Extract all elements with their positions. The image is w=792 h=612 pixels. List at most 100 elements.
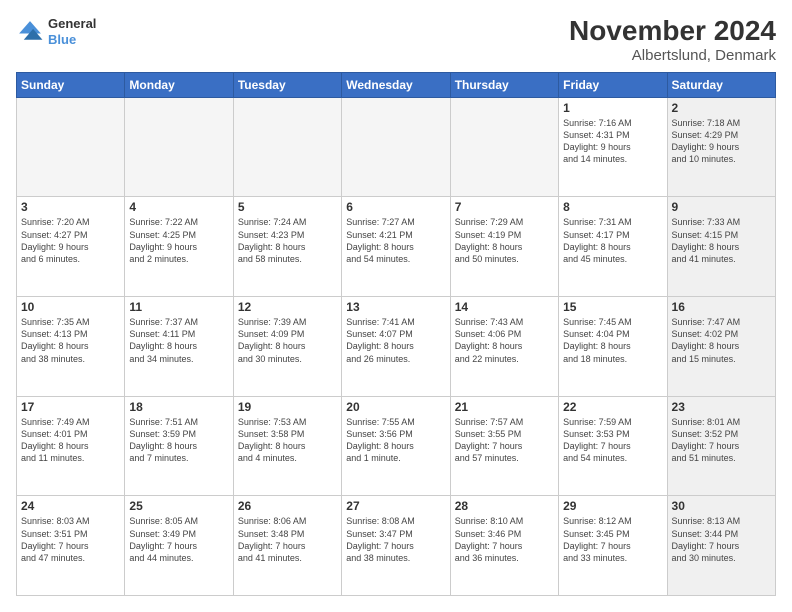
day-info: Sunrise: 7:59 AM Sunset: 3:53 PM Dayligh…: [563, 416, 662, 465]
day-info: Sunrise: 7:35 AM Sunset: 4:13 PM Dayligh…: [21, 316, 120, 365]
day-info: Sunrise: 8:06 AM Sunset: 3:48 PM Dayligh…: [238, 515, 337, 564]
day-number: 27: [346, 499, 445, 513]
calendar-table: Sunday Monday Tuesday Wednesday Thursday…: [16, 72, 776, 596]
calendar-week-1: 3 Sunrise: 7:20 AM Sunset: 4:27 PM Daylig…: [17, 197, 776, 297]
day-number: 24: [21, 499, 120, 513]
logo-text: General Blue: [48, 16, 96, 47]
calendar-cell: 5 Sunrise: 7:24 AM Sunset: 4:23 PM Daylig…: [233, 197, 341, 297]
calendar-cell: 25 Sunrise: 8:05 AM Sunset: 3:49 PM Dayli…: [125, 496, 233, 596]
day-number: 25: [129, 499, 228, 513]
day-info: Sunrise: 7:37 AM Sunset: 4:11 PM Dayligh…: [129, 316, 228, 365]
header-saturday: Saturday: [667, 72, 775, 97]
calendar-cell: 20 Sunrise: 7:55 AM Sunset: 3:56 PM Dayli…: [342, 396, 450, 496]
day-number: 2: [672, 101, 771, 115]
day-number: 5: [238, 200, 337, 214]
calendar-cell: 18 Sunrise: 7:51 AM Sunset: 3:59 PM Dayli…: [125, 396, 233, 496]
page: General Blue November 2024 Albertslund, …: [0, 0, 792, 612]
day-info: Sunrise: 8:01 AM Sunset: 3:52 PM Dayligh…: [672, 416, 771, 465]
calendar-cell: 3 Sunrise: 7:20 AM Sunset: 4:27 PM Daylig…: [17, 197, 125, 297]
day-number: 30: [672, 499, 771, 513]
day-info: Sunrise: 7:51 AM Sunset: 3:59 PM Dayligh…: [129, 416, 228, 465]
day-number: 29: [563, 499, 662, 513]
day-number: 13: [346, 300, 445, 314]
day-info: Sunrise: 7:16 AM Sunset: 4:31 PM Dayligh…: [563, 117, 662, 166]
calendar-header-row: Sunday Monday Tuesday Wednesday Thursday…: [17, 72, 776, 97]
day-number: 18: [129, 400, 228, 414]
logo-icon: [16, 18, 44, 46]
day-info: Sunrise: 7:22 AM Sunset: 4:25 PM Dayligh…: [129, 216, 228, 265]
day-info: Sunrise: 8:13 AM Sunset: 3:44 PM Dayligh…: [672, 515, 771, 564]
day-info: Sunrise: 8:05 AM Sunset: 3:49 PM Dayligh…: [129, 515, 228, 564]
calendar-cell: 23 Sunrise: 8:01 AM Sunset: 3:52 PM Dayli…: [667, 396, 775, 496]
day-number: 9: [672, 200, 771, 214]
calendar-cell: 26Sunrise: 8:06 AM Sunset: 3:48 PM Dayli…: [233, 496, 341, 596]
calendar-cell: 17 Sunrise: 7:49 AM Sunset: 4:01 PM Dayli…: [17, 396, 125, 496]
calendar-cell: 14 Sunrise: 7:43 AM Sunset: 4:06 PM Dayli…: [450, 297, 558, 397]
header-thursday: Thursday: [450, 72, 558, 97]
calendar-subtitle: Albertslund, Denmark: [569, 47, 776, 64]
calendar-cell: 30 Sunrise: 8:13 AM Sunset: 3:44 PM Dayli…: [667, 496, 775, 596]
calendar-cell: 7Sunrise: 7:29 AM Sunset: 4:19 PM Daylig…: [450, 197, 558, 297]
calendar-cell: 4 Sunrise: 7:22 AM Sunset: 4:25 PM Daylig…: [125, 197, 233, 297]
day-number: 15: [563, 300, 662, 314]
day-number: 6: [346, 200, 445, 214]
calendar-cell: 16 Sunrise: 7:47 AM Sunset: 4:02 PM Dayli…: [667, 297, 775, 397]
day-number: 17: [21, 400, 120, 414]
header-wednesday: Wednesday: [342, 72, 450, 97]
calendar-cell: 10 Sunrise: 7:35 AM Sunset: 4:13 PM Dayli…: [17, 297, 125, 397]
day-info: Sunrise: 7:53 AM Sunset: 3:58 PM Dayligh…: [238, 416, 337, 465]
day-number: 12: [238, 300, 337, 314]
day-info: Sunrise: 8:08 AM Sunset: 3:47 PM Dayligh…: [346, 515, 445, 564]
day-info: Sunrise: 8:12 AM Sunset: 3:45 PM Dayligh…: [563, 515, 662, 564]
day-info: Sunrise: 8:10 AM Sunset: 3:46 PM Dayligh…: [455, 515, 554, 564]
calendar-cell: 27 Sunrise: 8:08 AM Sunset: 3:47 PM Dayli…: [342, 496, 450, 596]
calendar-week-2: 10 Sunrise: 7:35 AM Sunset: 4:13 PM Dayli…: [17, 297, 776, 397]
calendar-cell: [17, 97, 125, 197]
day-number: 8: [563, 200, 662, 214]
day-number: 23: [672, 400, 771, 414]
calendar-cell: 29 Sunrise: 8:12 AM Sunset: 3:45 PM Dayli…: [559, 496, 667, 596]
header-monday: Monday: [125, 72, 233, 97]
day-number: 22: [563, 400, 662, 414]
day-number: 16: [672, 300, 771, 314]
header-friday: Friday: [559, 72, 667, 97]
day-number: 14: [455, 300, 554, 314]
calendar-cell: 8 Sunrise: 7:31 AM Sunset: 4:17 PM Daylig…: [559, 197, 667, 297]
calendar-cell: [342, 97, 450, 197]
calendar-week-3: 17 Sunrise: 7:49 AM Sunset: 4:01 PM Dayli…: [17, 396, 776, 496]
calendar-cell: [233, 97, 341, 197]
day-info: Sunrise: 7:39 AM Sunset: 4:09 PM Dayligh…: [238, 316, 337, 365]
day-info: Sunrise: 7:41 AM Sunset: 4:07 PM Dayligh…: [346, 316, 445, 365]
calendar-cell: 28Sunrise: 8:10 AM Sunset: 3:46 PM Dayli…: [450, 496, 558, 596]
day-number: 4: [129, 200, 228, 214]
calendar-cell: 6Sunrise: 7:27 AM Sunset: 4:21 PM Daylig…: [342, 197, 450, 297]
logo: General Blue: [16, 16, 96, 47]
header-tuesday: Tuesday: [233, 72, 341, 97]
day-number: 10: [21, 300, 120, 314]
day-info: Sunrise: 7:24 AM Sunset: 4:23 PM Dayligh…: [238, 216, 337, 265]
day-info: Sunrise: 7:31 AM Sunset: 4:17 PM Dayligh…: [563, 216, 662, 265]
logo-line2: Blue: [48, 32, 96, 48]
calendar-cell: 1 Sunrise: 7:16 AM Sunset: 4:31 PM Daylig…: [559, 97, 667, 197]
day-number: 21: [455, 400, 554, 414]
calendar-cell: 19Sunrise: 7:53 AM Sunset: 3:58 PM Dayli…: [233, 396, 341, 496]
day-info: Sunrise: 7:57 AM Sunset: 3:55 PM Dayligh…: [455, 416, 554, 465]
day-number: 11: [129, 300, 228, 314]
calendar-cell: 15Sunrise: 7:45 AM Sunset: 4:04 PM Dayli…: [559, 297, 667, 397]
calendar-cell: [125, 97, 233, 197]
calendar-title: November 2024: [569, 16, 776, 47]
day-info: Sunrise: 7:18 AM Sunset: 4:29 PM Dayligh…: [672, 117, 771, 166]
day-info: Sunrise: 7:47 AM Sunset: 4:02 PM Dayligh…: [672, 316, 771, 365]
day-info: Sunrise: 7:43 AM Sunset: 4:06 PM Dayligh…: [455, 316, 554, 365]
day-info: Sunrise: 7:49 AM Sunset: 4:01 PM Dayligh…: [21, 416, 120, 465]
day-number: 20: [346, 400, 445, 414]
title-block: November 2024 Albertslund, Denmark: [569, 16, 776, 64]
day-number: 1: [563, 101, 662, 115]
calendar-cell: [450, 97, 558, 197]
day-info: Sunrise: 7:20 AM Sunset: 4:27 PM Dayligh…: [21, 216, 120, 265]
day-number: 3: [21, 200, 120, 214]
day-info: Sunrise: 7:55 AM Sunset: 3:56 PM Dayligh…: [346, 416, 445, 465]
day-info: Sunrise: 7:29 AM Sunset: 4:19 PM Dayligh…: [455, 216, 554, 265]
calendar-cell: 13 Sunrise: 7:41 AM Sunset: 4:07 PM Dayli…: [342, 297, 450, 397]
calendar-cell: 11 Sunrise: 7:37 AM Sunset: 4:11 PM Dayli…: [125, 297, 233, 397]
